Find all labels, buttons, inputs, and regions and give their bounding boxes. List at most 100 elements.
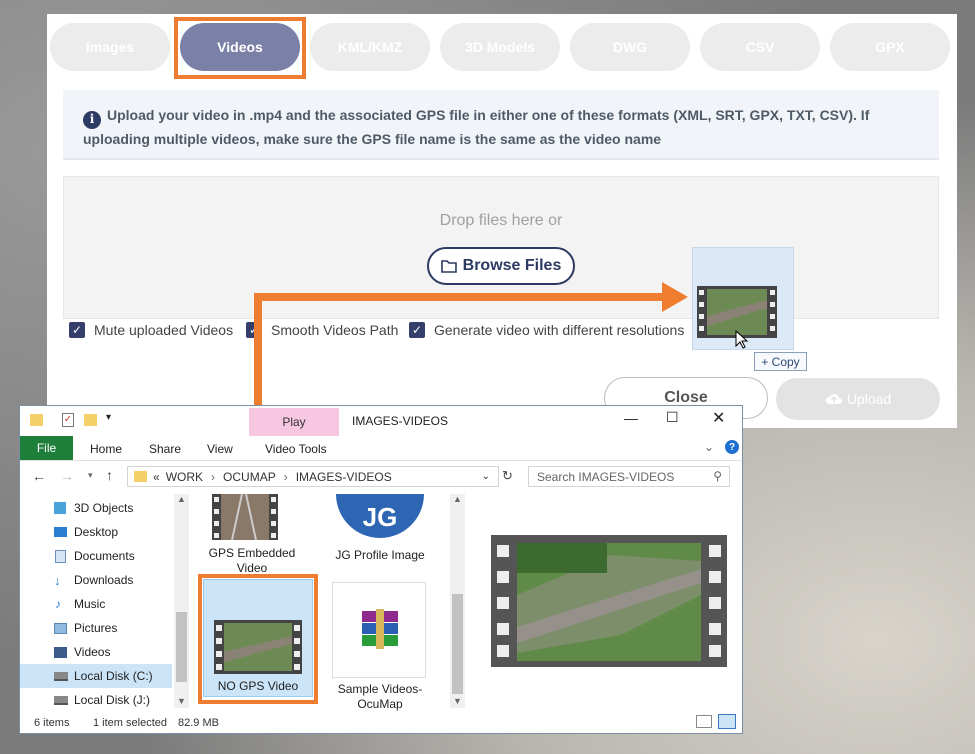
scroll-down-icon[interactable]: ▼ (453, 696, 462, 706)
ribbon-tabs: File Home Share View Video Tools ⌄ ? (20, 436, 742, 461)
browse-files-button[interactable]: Browse Files (427, 247, 575, 285)
new-folder-icon[interactable] (84, 414, 97, 426)
ribbon-tab-view[interactable]: View (207, 442, 233, 456)
nav-label: Documents (74, 549, 135, 563)
file-item-gps-embedded-video[interactable]: GPS Embedded Video (209, 494, 308, 575)
resolutions-checkbox[interactable]: ✓ (409, 322, 425, 338)
nav-label: 3D Objects (74, 501, 134, 515)
breadcrumb-images-videos[interactable]: IMAGES-VIDEOS (296, 470, 392, 484)
mute-label: Mute uploaded Videos (94, 322, 234, 338)
refresh-icon[interactable]: ↻ (502, 468, 513, 484)
resolutions-label: Generate video with different resolution… (434, 322, 685, 338)
search-icon[interactable]: ⚲ (713, 469, 722, 483)
content-scrollbar[interactable]: ▲ ▼ (450, 494, 465, 708)
back-arrow-icon[interactable]: ← (32, 468, 46, 484)
forward-arrow-icon[interactable]: → (60, 468, 74, 484)
video-thumbnail-icon (212, 494, 278, 540)
folder-icon (134, 471, 147, 482)
mute-option[interactable]: ✓ Mute uploaded Videos (69, 322, 233, 338)
winrar-archive-icon (362, 609, 398, 649)
breadcrumb-work[interactable]: WORK (166, 470, 203, 484)
ribbon-expand-icon[interactable]: ⌄ (704, 440, 714, 454)
folder-icon (440, 260, 457, 273)
videos-tab-highlight (174, 17, 306, 79)
drag-arrow-shaft-horizontal (254, 293, 669, 301)
mute-checkbox[interactable]: ✓ (69, 322, 85, 338)
minimize-icon[interactable]: — (624, 410, 638, 426)
drag-ghost (692, 247, 794, 350)
scroll-up-icon[interactable]: ▲ (177, 494, 186, 504)
file-label: GPS Embedded Video (208, 546, 296, 575)
nav-item-videos[interactable]: Videos (20, 640, 172, 664)
breadcrumb-overflow[interactable]: « (153, 470, 160, 484)
desktop-icon (54, 527, 67, 537)
status-size: 82.9 MB (178, 717, 219, 729)
search-placeholder: Search IMAGES-VIDEOS (537, 470, 675, 484)
scroll-thumb[interactable] (176, 612, 187, 682)
breadcrumb-ocumap[interactable]: OCUMAP (223, 470, 276, 484)
nav-item-documents[interactable]: Documents (20, 544, 172, 568)
ribbon-tab-share[interactable]: Share (149, 442, 181, 456)
details-view-icon[interactable] (696, 715, 712, 728)
video-preview-pane (491, 535, 727, 667)
status-selected: 1 item selected (93, 717, 167, 729)
file-label: Sample Videos-OcuMap (337, 682, 423, 711)
breadcrumb-separator-icon: › (211, 469, 216, 484)
archive-thumbnail (332, 582, 426, 678)
3d-objects-icon (54, 502, 66, 514)
play-context-tab[interactable]: Play (249, 408, 339, 436)
nav-item-downloads[interactable]: ↓ Downloads (20, 568, 172, 592)
breadcrumb-separator-icon: › (283, 469, 288, 484)
nav-item-pictures[interactable]: Pictures (20, 616, 172, 640)
tab-3d-models[interactable]: 3D Models (440, 23, 560, 71)
tab-images[interactable]: Images (50, 23, 170, 71)
tab-dwg[interactable]: DWG (570, 23, 690, 71)
ribbon-tab-home[interactable]: Home (90, 442, 122, 456)
pictures-icon (54, 622, 67, 634)
nav-item-local-disk-j[interactable]: Local Disk (J:) (20, 688, 172, 712)
nav-item-3d-objects[interactable]: 3D Objects (20, 496, 172, 520)
scroll-down-icon[interactable]: ▼ (177, 696, 186, 706)
folder-icon (30, 414, 43, 426)
nav-label: Videos (74, 645, 111, 659)
nav-item-music[interactable]: ♪ Music (20, 592, 172, 616)
cursor-icon (735, 330, 749, 349)
smooth-label: Smooth Videos Path (271, 322, 399, 338)
copy-tooltip: + Copy (754, 352, 807, 371)
tab-csv[interactable]: CSV (700, 23, 820, 71)
file-label: JG Profile Image (335, 548, 425, 562)
maximize-icon[interactable]: ☐ (666, 409, 679, 426)
help-icon[interactable]: ? (725, 440, 739, 454)
ribbon-tab-file[interactable]: File (20, 436, 73, 460)
recent-dropdown-icon[interactable]: ▾ (88, 470, 93, 481)
address-dropdown-icon[interactable]: ⌄ (482, 471, 490, 482)
nav-item-local-disk-c[interactable]: Local Disk (C:) (20, 664, 172, 688)
file-item-jg-profile-image[interactable]: JG JG Profile Image (330, 494, 430, 574)
nav-label: Local Disk (J:) (74, 693, 151, 707)
close-icon[interactable]: ✕ (712, 408, 725, 428)
info-text: Upload your video in .mp4 and the associ… (83, 107, 870, 147)
downloads-icon: ↓ (54, 572, 61, 588)
navigation-pane: 3D Objects Desktop Documents ↓ Downloads … (20, 494, 190, 707)
drive-icon (54, 695, 68, 705)
address-bar[interactable]: « WORK › OCUMAP › IMAGES-VIDEOS ⌄ (127, 466, 499, 487)
tab-gpx[interactable]: GPX (830, 23, 950, 71)
search-input[interactable]: Search IMAGES-VIDEOS ⚲ (528, 466, 730, 487)
smooth-option[interactable]: ✓Smooth Videos Path (246, 322, 398, 338)
nav-item-desktop[interactable]: Desktop (20, 520, 172, 544)
nav-scrollbar[interactable]: ▲ ▼ (174, 494, 189, 708)
quick-access-dropdown-icon[interactable]: ▾ (106, 412, 111, 423)
explorer-titlebar: ✓ ▾ Play IMAGES-VIDEOS — ☐ ✕ (20, 406, 742, 436)
ribbon-tab-video-tools[interactable]: Video Tools (265, 442, 327, 456)
scroll-up-icon[interactable]: ▲ (453, 494, 462, 504)
large-icons-view-icon[interactable] (718, 714, 736, 729)
properties-icon[interactable]: ✓ (62, 413, 74, 427)
file-item-sample-videos-ocumap[interactable]: Sample Videos-OcuMap (332, 582, 428, 711)
svg-text:JG: JG (363, 502, 398, 532)
resolutions-option[interactable]: ✓ Generate video with different resolutio… (409, 322, 684, 338)
scroll-thumb[interactable] (452, 594, 463, 694)
selected-file-highlight (198, 574, 318, 704)
tab-kml-kmz[interactable]: KML/KMZ (310, 23, 430, 71)
up-arrow-icon[interactable]: ↑ (106, 467, 113, 483)
upload-button[interactable]: Upload (776, 378, 940, 420)
